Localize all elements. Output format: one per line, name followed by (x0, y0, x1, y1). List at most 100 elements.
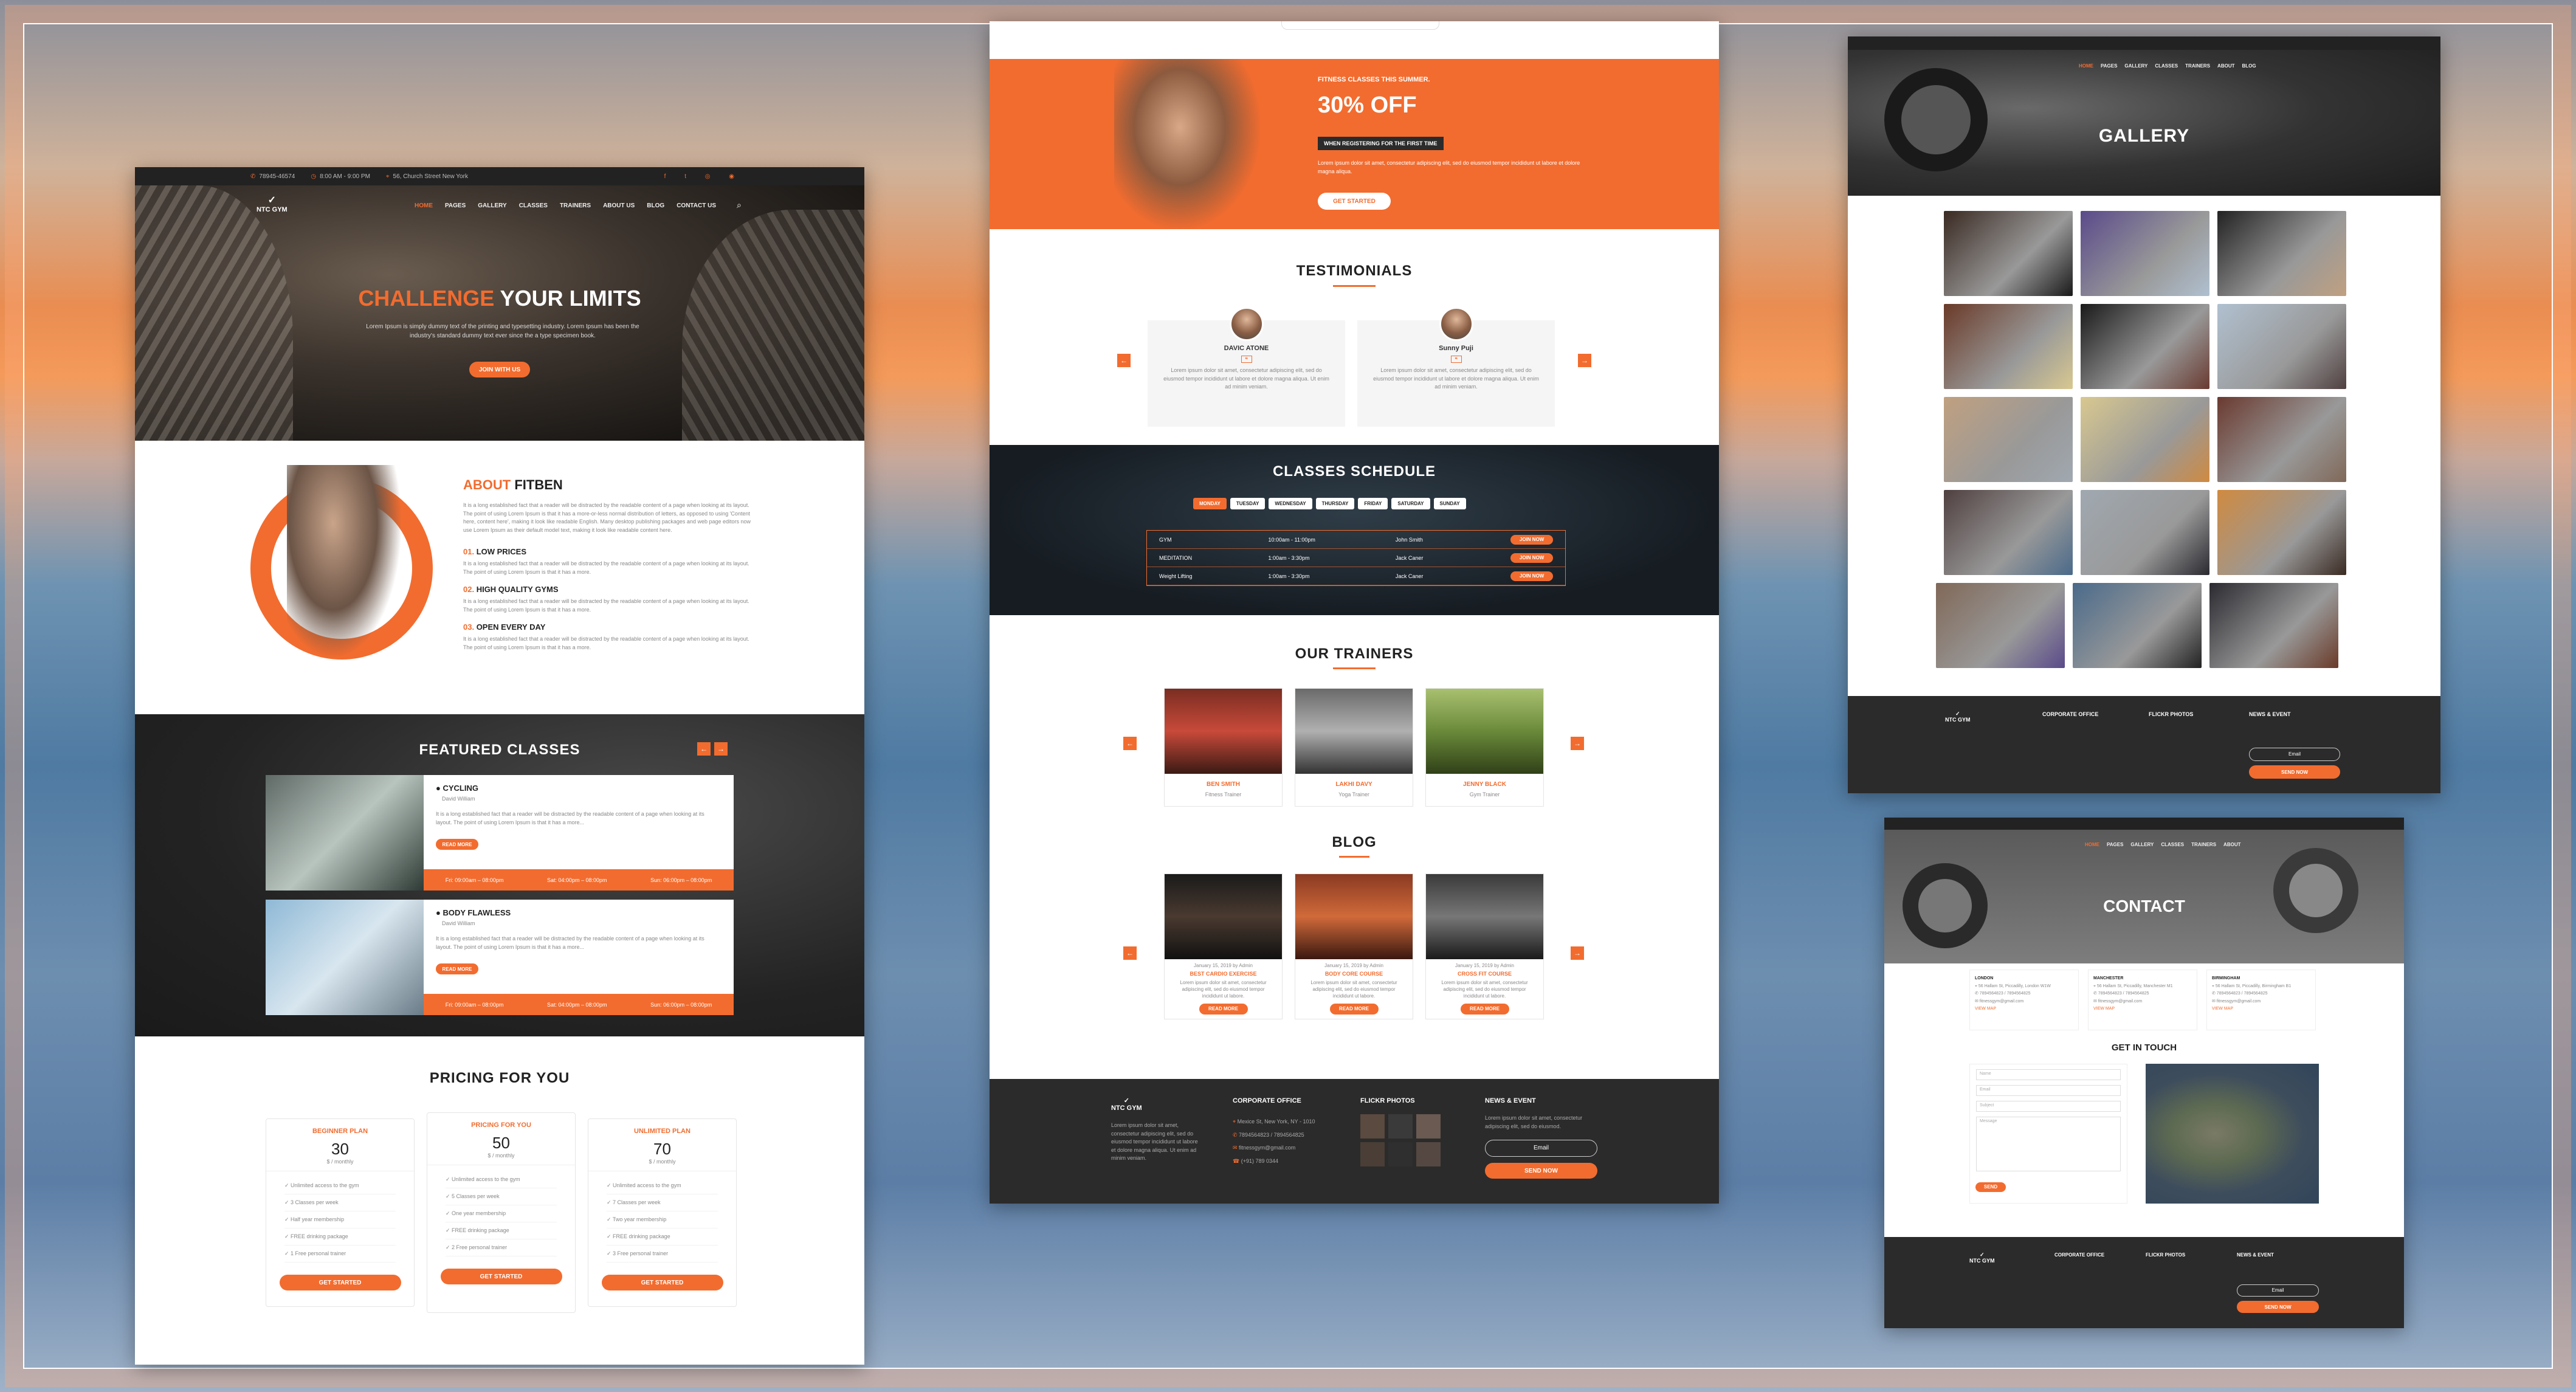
plan-feature: ✓ 5 Classes per week (446, 1188, 557, 1205)
footer-logo[interactable]: ✓ NTC GYM (1111, 1097, 1142, 1112)
nav-classes[interactable]: CLASSES (519, 202, 548, 209)
contact-field-email[interactable]: Email (1976, 1085, 2121, 1096)
gallery-image[interactable] (1944, 211, 2073, 296)
plan-price: 30 (331, 1140, 349, 1158)
promo-get-started-button[interactable]: GET STARTED (1318, 193, 1391, 210)
blog-next-button[interactable]: → (1571, 946, 1584, 960)
get-started-button[interactable]: GET STARTED (440, 1269, 562, 1284)
plan-features: ✓ Unlimited access to the gym ✓ 3 Classes… (266, 1171, 414, 1269)
day-tab-tuesday[interactable]: TUESDAY (1230, 498, 1266, 509)
gallery-image[interactable] (2217, 397, 2346, 482)
view-map-link[interactable]: VIEW MAP (2093, 1005, 2192, 1013)
day-tab-monday[interactable]: MONDAY (1193, 498, 1227, 509)
about-feature: 03. OPEN EVERY DAY It is a long establish… (463, 622, 755, 652)
gallery-image[interactable] (2081, 397, 2209, 482)
gallery-image[interactable] (2217, 304, 2346, 389)
contact-field-message[interactable]: Message (1976, 1117, 2121, 1171)
join-button[interactable]: JOIN WITH US (469, 362, 530, 377)
nav-trainers[interactable]: TRAINERS (560, 202, 591, 209)
gallery-image[interactable] (2073, 583, 2202, 668)
day-tab-friday[interactable]: FRIDAY (1358, 498, 1388, 509)
join-now-button[interactable]: JOIN NOW (1510, 571, 1554, 581)
gallery-image[interactable] (2081, 211, 2209, 296)
day-tab-sunday[interactable]: SUNDAY (1433, 498, 1466, 509)
blog-prev-button[interactable]: ← (1123, 946, 1137, 960)
gallery-image[interactable] (1944, 304, 2073, 389)
view-map-link[interactable]: VIEW MAP (2212, 1005, 2310, 1013)
class-card[interactable]: ● BODY FLAWLESS David William It is a long… (266, 900, 734, 1015)
contact-send-button[interactable]: SEND (1975, 1182, 2006, 1192)
blog-card[interactable]: January 15, 2019 by Admin BEST CARDIO EXE… (1164, 873, 1283, 1019)
testimonial-prev-button[interactable]: ← (1117, 354, 1131, 367)
main-navigation: HOME PAGES GALLERY CLASSES TRAINERS ABOUT US B… (415, 202, 716, 209)
gallery-image[interactable] (2081, 304, 2209, 389)
trainer-card[interactable]: JENNY BLACK Gym Trainer (1425, 688, 1544, 807)
nav-pages[interactable]: PAGES (445, 202, 466, 209)
nav-about-us[interactable]: ABOUT US (603, 202, 635, 209)
search-icon[interactable]: ⌕ (737, 200, 742, 210)
pricing-card: PRICING FOR YOU 50 $ / monthly ✓ Unlimited … (427, 1112, 576, 1313)
read-more-button[interactable]: READ MORE (436, 963, 478, 974)
contact-field-subject[interactable]: Subject (1976, 1101, 2121, 1112)
footer-email-input[interactable]: Email (1485, 1140, 1597, 1157)
gallery-image[interactable] (2081, 490, 2209, 575)
day-tab-thursday[interactable]: THURSDAY (1315, 498, 1355, 509)
gallery-image[interactable] (1944, 490, 2073, 575)
office-phone: ✆ 7894564823 / 7894564825 (1975, 991, 2031, 996)
nav-contact-us[interactable]: CONTACT US (677, 202, 716, 209)
plan-feature: ✓ FREE drinking package (446, 1222, 557, 1239)
get-started-button[interactable]: GET STARTED (279, 1275, 401, 1290)
contact-footer-send[interactable]: SEND NOW (2237, 1301, 2319, 1313)
testimonial-next-button[interactable]: → (1578, 354, 1591, 367)
gallery-image[interactable] (2217, 490, 2346, 575)
carousel-next-button[interactable]: → (714, 742, 728, 756)
gallery-image[interactable] (2209, 583, 2338, 668)
quote-icon: ❝ (1241, 356, 1252, 363)
about-title: ABOUT FITBEN (463, 477, 563, 492)
gallery-image[interactable] (1936, 583, 2065, 668)
contact-field-name[interactable]: Name (1976, 1069, 2121, 1080)
blog-read-more-button[interactable]: READ MORE (1460, 1003, 1509, 1015)
carousel-prev-button[interactable]: ← (697, 742, 711, 756)
footer-send-button[interactable]: SEND NOW (1485, 1163, 1597, 1179)
blog-read-more-button[interactable]: READ MORE (1199, 1003, 1248, 1015)
office-city: BIRMINGHAM (2212, 976, 2240, 980)
nav-gallery[interactable]: GALLERY (478, 202, 506, 209)
site-logo[interactable]: ✓ NTC GYM (257, 195, 288, 213)
class-trainer: David William (442, 920, 475, 926)
trainers-section: OUR TRAINERS ← → BEN SMITH Fitness Traine… (990, 615, 1719, 816)
blog-card[interactable]: January 15, 2019 by Admin CROSS FIT COURS… (1425, 873, 1544, 1019)
blog-title: BEST CARDIO EXERCISE (1190, 971, 1257, 977)
nav-blog[interactable]: BLOG (647, 202, 664, 209)
contact-footer-logo[interactable]: ✓ NTC GYM (1969, 1252, 1995, 1264)
day-tab-wednesday[interactable]: WEDNESDAY (1269, 498, 1312, 509)
feature-title: OPEN EVERY DAY (476, 622, 546, 632)
gallery-footer-logo[interactable]: ✓ NTC GYM (1945, 711, 1971, 723)
view-map-link[interactable]: VIEW MAP (1975, 1005, 2073, 1013)
contact-footer-email[interactable]: Email (2237, 1284, 2319, 1297)
gallery-footer-send[interactable]: SEND NOW (2249, 765, 2340, 779)
class-name: ● BODY FLAWLESS (436, 908, 511, 917)
get-started-button[interactable]: GET STARTED (601, 1275, 723, 1290)
social-icons[interactable]: f t ◎ ◉ (664, 173, 743, 180)
contact-map[interactable] (2146, 1064, 2319, 1204)
trainer-next-button[interactable]: → (1571, 737, 1584, 750)
schedule-row: Weight Lifting 1:00am - 3:30pm Jack Caner J… (1147, 567, 1565, 585)
blog-card[interactable]: January 15, 2019 by Admin BODY CORE COURS… (1295, 873, 1413, 1019)
day-tab-saturday[interactable]: SATURDAY (1391, 498, 1430, 509)
nav-home[interactable]: HOME (415, 202, 433, 209)
join-now-button[interactable]: JOIN NOW (1510, 553, 1554, 563)
gallery-footer-email[interactable]: Email (2249, 748, 2340, 761)
gallery-image[interactable] (1944, 397, 2073, 482)
trainer-prev-button[interactable]: ← (1123, 737, 1137, 750)
office-card: LONDON ⌖ 56 Hallam St, Piccadilly, London… (1969, 970, 2079, 1030)
feature-number: 02. (463, 585, 477, 594)
gallery-image[interactable] (2217, 211, 2346, 296)
join-now-button[interactable]: JOIN NOW (1510, 534, 1554, 545)
read-more-button[interactable]: READ MORE (436, 839, 478, 850)
contact-hero: HOME PAGES GALLERY CLASSES TRAINERS ABOUT CON… (1884, 830, 2404, 963)
blog-read-more-button[interactable]: READ MORE (1329, 1003, 1379, 1015)
trainer-card[interactable]: BEN SMITH Fitness Trainer (1164, 688, 1283, 807)
class-card[interactable]: ● CYCLING David William It is a long estab… (266, 775, 734, 891)
trainer-card[interactable]: LAKHI DAVY Yoga Trainer (1295, 688, 1413, 807)
